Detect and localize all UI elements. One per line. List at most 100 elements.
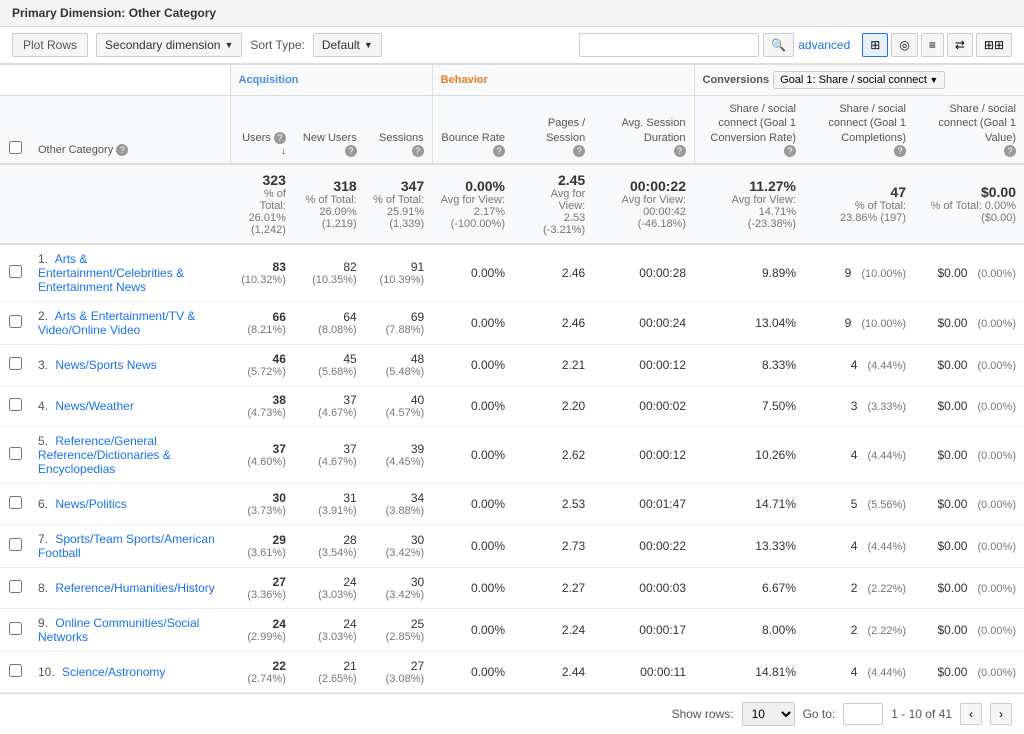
- row-checkbox[interactable]: [9, 357, 22, 370]
- category-link[interactable]: Sports/Team Sports/American Football: [38, 532, 215, 560]
- row-checkbox[interactable]: [9, 538, 22, 551]
- row-pages-session: 2.53: [513, 483, 593, 524]
- pages-session-label: Pages / Session: [521, 116, 585, 145]
- conv-rate-label: Share / social connect (Goal 1 Conversio…: [703, 102, 797, 145]
- row-conv-rate: 13.33%: [694, 524, 804, 567]
- row-checkbox-cell: [0, 301, 30, 344]
- totals-bounce-rate: 0.00% Avg for View: 2.17% (-100.00%): [432, 164, 513, 244]
- other-category-help-icon[interactable]: ?: [116, 144, 128, 156]
- totals-users: 323 % of Total: 26.01% (1,242): [230, 164, 294, 244]
- category-link[interactable]: News/Sports News: [55, 358, 156, 372]
- list-view-button[interactable]: ≡: [921, 33, 944, 57]
- value-help-icon[interactable]: ?: [1004, 145, 1016, 157]
- row-checkbox-cell: [0, 244, 30, 302]
- users-sort-arrow[interactable]: ↓: [281, 146, 286, 157]
- row-new-users: 82 (10.35%): [294, 244, 365, 302]
- circle-view-button[interactable]: ◎: [891, 33, 917, 57]
- completions-help-icon[interactable]: ?: [894, 145, 906, 157]
- row-category: 6. News/Politics: [30, 483, 230, 524]
- category-link[interactable]: Science/Astronomy: [62, 665, 165, 679]
- category-link[interactable]: Reference/Humanities/History: [55, 581, 214, 595]
- category-link[interactable]: Arts & Entertainment/TV & Video/Online V…: [38, 309, 195, 337]
- next-page-button[interactable]: ›: [990, 703, 1012, 725]
- category-link[interactable]: News/Politics: [55, 497, 126, 511]
- row-checkbox[interactable]: [9, 622, 22, 635]
- compare-view-button[interactable]: ⇄: [947, 33, 973, 57]
- row-value: $0.00 (0.00%): [914, 483, 1024, 524]
- row-category: 1. Arts & Entertainment/Celebrities & En…: [30, 244, 230, 302]
- row-category: 8. Reference/Humanities/History: [30, 567, 230, 608]
- table-body: 323 % of Total: 26.01% (1,242) 318 % of …: [0, 164, 1024, 693]
- category-link[interactable]: Reference/General Reference/Dictionaries…: [38, 434, 171, 476]
- row-completions: 9 (10.00%): [804, 301, 914, 344]
- row-number: 8.: [38, 581, 48, 595]
- row-users: 24 (2.99%): [230, 608, 294, 651]
- row-checkbox[interactable]: [9, 398, 22, 411]
- row-number: 9.: [38, 616, 48, 630]
- row-users: 27 (3.36%): [230, 567, 294, 608]
- avg-session-help-icon[interactable]: ?: [674, 145, 686, 157]
- col-header-row: Other Category ? Users ? ↓ New Users ? S…: [0, 96, 1024, 164]
- row-number: 3.: [38, 358, 48, 372]
- row-value: $0.00 (0.00%): [914, 524, 1024, 567]
- table-row: 3. News/Sports News 46 (5.72%) 45 (5.68%…: [0, 344, 1024, 385]
- show-rows-select[interactable]: 10 25 50 100: [742, 702, 795, 726]
- row-checkbox-cell: [0, 567, 30, 608]
- totals-checkbox-cell: [0, 164, 30, 244]
- users-header: Users ? ↓: [230, 96, 294, 164]
- row-avg-duration: 00:00:28: [593, 244, 694, 302]
- row-new-users: 37 (4.67%): [294, 426, 365, 483]
- row-category: 7. Sports/Team Sports/American Football: [30, 524, 230, 567]
- conv-rate-help-icon[interactable]: ?: [784, 145, 796, 157]
- row-completions: 4 (4.44%): [804, 426, 914, 483]
- row-checkbox[interactable]: [9, 496, 22, 509]
- row-checkbox-cell: [0, 608, 30, 651]
- row-checkbox[interactable]: [9, 664, 22, 677]
- row-completions: 9 (10.00%): [804, 244, 914, 302]
- sort-default-dropdown[interactable]: Default: [313, 33, 382, 57]
- category-link[interactable]: News/Weather: [55, 399, 133, 413]
- category-link[interactable]: Arts & Entertainment/Celebrities & Enter…: [38, 252, 184, 294]
- row-category: 5. Reference/General Reference/Dictionar…: [30, 426, 230, 483]
- totals-pages-session: 2.45 Avg for View: 2.53 (-3.21%): [513, 164, 593, 244]
- row-bounce-rate: 0.00%: [432, 483, 513, 524]
- new-users-help-icon[interactable]: ?: [345, 145, 357, 157]
- row-checkbox[interactable]: [9, 580, 22, 593]
- advanced-link[interactable]: advanced: [798, 38, 850, 52]
- plot-rows-button[interactable]: Plot Rows: [12, 33, 88, 57]
- row-bounce-rate: 0.00%: [432, 385, 513, 426]
- row-checkbox[interactable]: [9, 447, 22, 460]
- category-link[interactable]: Online Communities/Social Networks: [38, 616, 199, 644]
- row-sessions: 39 (4.45%): [365, 426, 432, 483]
- search-input[interactable]: [579, 33, 759, 57]
- grid-view-button[interactable]: ⊞: [862, 33, 888, 57]
- pages-session-help-icon[interactable]: ?: [573, 145, 585, 157]
- row-avg-duration: 00:00:12: [593, 426, 694, 483]
- row-new-users: 31 (3.91%): [294, 483, 365, 524]
- avg-session-header: Avg. Session Duration ?: [593, 96, 694, 164]
- row-value: $0.00 (0.00%): [914, 567, 1024, 608]
- users-help-icon[interactable]: ?: [274, 132, 286, 144]
- new-users-label: New Users: [303, 131, 357, 145]
- select-all-checkbox[interactable]: [9, 141, 22, 154]
- search-button[interactable]: 🔍: [763, 33, 794, 57]
- row-value: $0.00 (0.00%): [914, 651, 1024, 692]
- row-category: 10. Science/Astronomy: [30, 651, 230, 692]
- row-new-users: 21 (2.65%): [294, 651, 365, 692]
- bounce-rate-help-icon[interactable]: ?: [493, 145, 505, 157]
- row-checkbox[interactable]: [9, 265, 22, 278]
- goto-input[interactable]: 1: [843, 703, 883, 725]
- pivot-view-button[interactable]: ⊞⊞: [976, 33, 1012, 57]
- row-checkbox[interactable]: [9, 315, 22, 328]
- row-conv-rate: 7.50%: [694, 385, 804, 426]
- goal-dropdown[interactable]: Goal 1: Share / social connect: [773, 71, 945, 89]
- row-checkbox-cell: [0, 344, 30, 385]
- table-row: 1. Arts & Entertainment/Celebrities & En…: [0, 244, 1024, 302]
- row-pages-session: 2.44: [513, 651, 593, 692]
- row-bounce-rate: 0.00%: [432, 301, 513, 344]
- sessions-help-icon[interactable]: ?: [412, 145, 424, 157]
- prev-page-button[interactable]: ‹: [960, 703, 982, 725]
- sessions-label: Sessions: [379, 131, 424, 145]
- table-row: 5. Reference/General Reference/Dictionar…: [0, 426, 1024, 483]
- secondary-dimension-dropdown[interactable]: Secondary dimension: [96, 33, 242, 57]
